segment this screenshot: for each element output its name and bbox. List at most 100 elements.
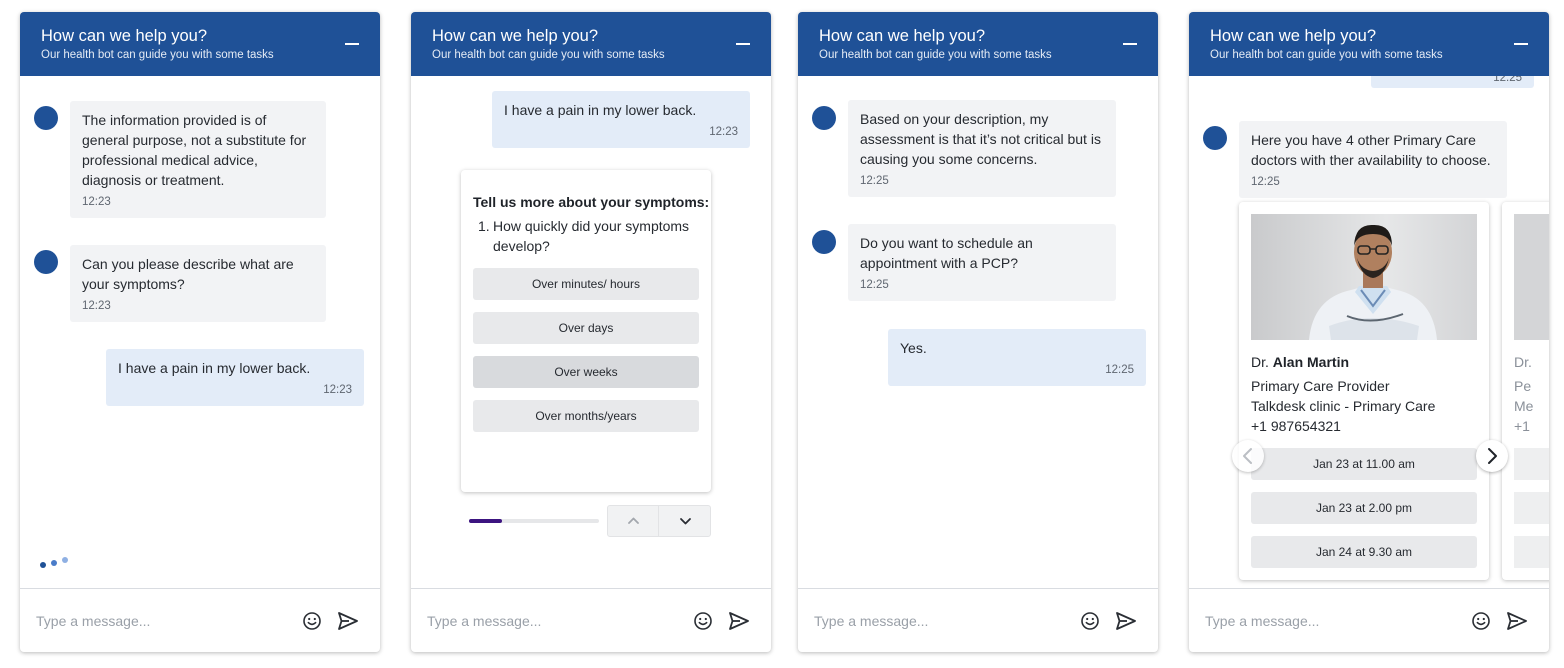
message-time: 12:23 <box>82 196 111 208</box>
user-message: 12:25 <box>1371 76 1534 88</box>
message-text: Can you please describe what are your sy… <box>82 256 294 292</box>
doctor-portrait-image <box>1251 214 1477 340</box>
survey-option[interactable]: Over days <box>473 312 699 344</box>
message-time: 12:23 <box>709 126 738 138</box>
chevron-left-icon <box>1243 448 1252 464</box>
chat-footer <box>798 588 1158 652</box>
appointment-slot <box>1514 492 1549 524</box>
chat-widget-4: 12:25 Here you have 4 other Primary Care… <box>1189 12 1549 652</box>
appointment-slot[interactable]: Jan 23 at 2.00 pm <box>1251 492 1477 524</box>
bot-message: Based on your description, my assessment… <box>848 100 1116 197</box>
message-time: 12:23 <box>323 384 352 396</box>
message-text: Yes. <box>900 340 927 356</box>
message-input[interactable] <box>427 609 667 633</box>
chat-body[interactable]: I have a pain in my lower back. 12:23 Te… <box>411 76 771 588</box>
bot-message: Do you want to schedule an appointment w… <box>848 224 1116 301</box>
bot-avatar <box>1203 126 1227 150</box>
doctor-role: Primary Care Provider <box>1251 378 1390 394</box>
carousel-next-button[interactable] <box>1476 440 1508 472</box>
doctor-clinic: Me <box>1514 398 1534 414</box>
chat-title: How can we help you? <box>41 27 208 45</box>
chat-header: How can we help you? Our health bot can … <box>411 12 771 76</box>
chevron-up-icon <box>628 517 639 524</box>
chat-header: How can we help you? Our health bot can … <box>1189 12 1549 76</box>
previous-question-button[interactable] <box>608 506 659 536</box>
survey-progress-fill <box>469 519 502 523</box>
chat-widget-1: How can we help you? Our health bot can … <box>20 12 380 652</box>
smiley-icon[interactable] <box>302 611 322 631</box>
chat-title: How can we help you? <box>819 27 986 45</box>
chat-subtitle: Our health bot can guide you with some t… <box>432 49 665 61</box>
smiley-icon[interactable] <box>1080 611 1100 631</box>
minimize-icon[interactable] <box>1514 43 1528 45</box>
smiley-icon[interactable] <box>693 611 713 631</box>
send-icon[interactable] <box>1507 612 1527 630</box>
chat-subtitle: Our health bot can guide you with some t… <box>819 49 1052 61</box>
chat-body[interactable]: 12:25 Here you have 4 other Primary Care… <box>1189 76 1549 588</box>
message-time: 12:25 <box>1493 76 1522 84</box>
chat-title: How can we help you? <box>1210 27 1377 45</box>
bot-avatar <box>34 106 58 130</box>
doctor-card: Dr. Alan Martin Primary Care Provider Ta… <box>1239 202 1489 580</box>
doctor-photo <box>1514 214 1549 340</box>
question-text: How quickly did your symptoms develop? <box>493 218 690 254</box>
chat-subtitle: Our health bot can guide you with some t… <box>1210 49 1443 61</box>
doctor-photo <box>1251 214 1477 340</box>
message-input[interactable] <box>814 609 1054 633</box>
minimize-icon[interactable] <box>1123 43 1137 45</box>
doctor-prefix: Dr. <box>1251 354 1269 370</box>
typing-indicator <box>40 554 80 574</box>
chevron-down-icon <box>680 518 691 525</box>
survey-navigation <box>607 505 711 537</box>
chat-body[interactable]: Based on your description, my assessment… <box>798 76 1158 588</box>
appointment-slot <box>1514 448 1549 480</box>
bot-message: The information provided is of general p… <box>70 101 326 218</box>
appointment-slot <box>1514 536 1549 568</box>
message-text: Here you have 4 other Primary Care docto… <box>1251 132 1491 168</box>
survey-option[interactable]: Over weeks <box>473 356 699 388</box>
send-icon[interactable] <box>729 612 749 630</box>
chat-footer <box>20 588 380 652</box>
appointment-slot[interactable]: Jan 24 at 9.30 am <box>1251 536 1477 568</box>
doctor-full-name: Alan Martin <box>1272 354 1350 370</box>
chat-widget-3: How can we help you? Our health bot can … <box>798 12 1158 652</box>
message-input[interactable] <box>1205 609 1445 633</box>
doctor-card-next[interactable]: Dr. Pe Me +1 <box>1502 202 1549 580</box>
question-number: 1. <box>478 218 490 234</box>
symptom-survey: Tell us more about your symptoms: 1. How… <box>461 170 711 492</box>
message-time: 12:23 <box>82 300 111 312</box>
user-message: I have a pain in my lower back. 12:23 <box>492 91 750 148</box>
user-message: Yes. 12:25 <box>888 329 1146 386</box>
message-time: 12:25 <box>1251 176 1280 188</box>
survey-option[interactable]: Over months/years <box>473 400 699 432</box>
doctor-role: Pe <box>1514 378 1532 394</box>
message-time: 12:25 <box>860 175 889 187</box>
chat-footer <box>1189 588 1549 652</box>
chat-body[interactable]: The information provided is of general p… <box>20 76 380 588</box>
smiley-icon[interactable] <box>1471 611 1491 631</box>
doctor-clinic: Talkdesk clinic - Primary Care <box>1251 398 1436 414</box>
message-time: 12:25 <box>860 279 889 291</box>
bot-avatar <box>812 106 836 130</box>
chat-subtitle: Our health bot can guide you with some t… <box>41 49 274 61</box>
send-icon[interactable] <box>338 612 358 630</box>
minimize-icon[interactable] <box>736 43 750 45</box>
survey-progress-bar <box>469 519 599 523</box>
message-text: Do you want to schedule an appointment w… <box>860 235 1033 271</box>
bot-avatar <box>812 230 836 254</box>
appointment-slot[interactable]: Jan 23 at 11.00 am <box>1251 448 1477 480</box>
survey-option[interactable]: Over minutes/ hours <box>473 268 699 300</box>
send-icon[interactable] <box>1116 612 1136 630</box>
next-question-button[interactable] <box>660 506 711 536</box>
doctor-name: Dr. Alan Martin <box>1251 354 1349 370</box>
chat-header: How can we help you? Our health bot can … <box>20 12 380 76</box>
minimize-icon[interactable] <box>345 43 359 45</box>
chat-header: How can we help you? Our health bot can … <box>798 12 1158 76</box>
message-input[interactable] <box>36 609 276 633</box>
message-text: The information provided is of general p… <box>82 112 307 188</box>
carousel-prev-button[interactable] <box>1232 440 1264 472</box>
bot-message: Here you have 4 other Primary Care docto… <box>1239 121 1507 198</box>
bot-message: Can you please describe what are your sy… <box>70 245 326 322</box>
message-text: I have a pain in my lower back. <box>504 102 697 118</box>
survey-title: Tell us more about your symptoms: <box>473 194 710 210</box>
